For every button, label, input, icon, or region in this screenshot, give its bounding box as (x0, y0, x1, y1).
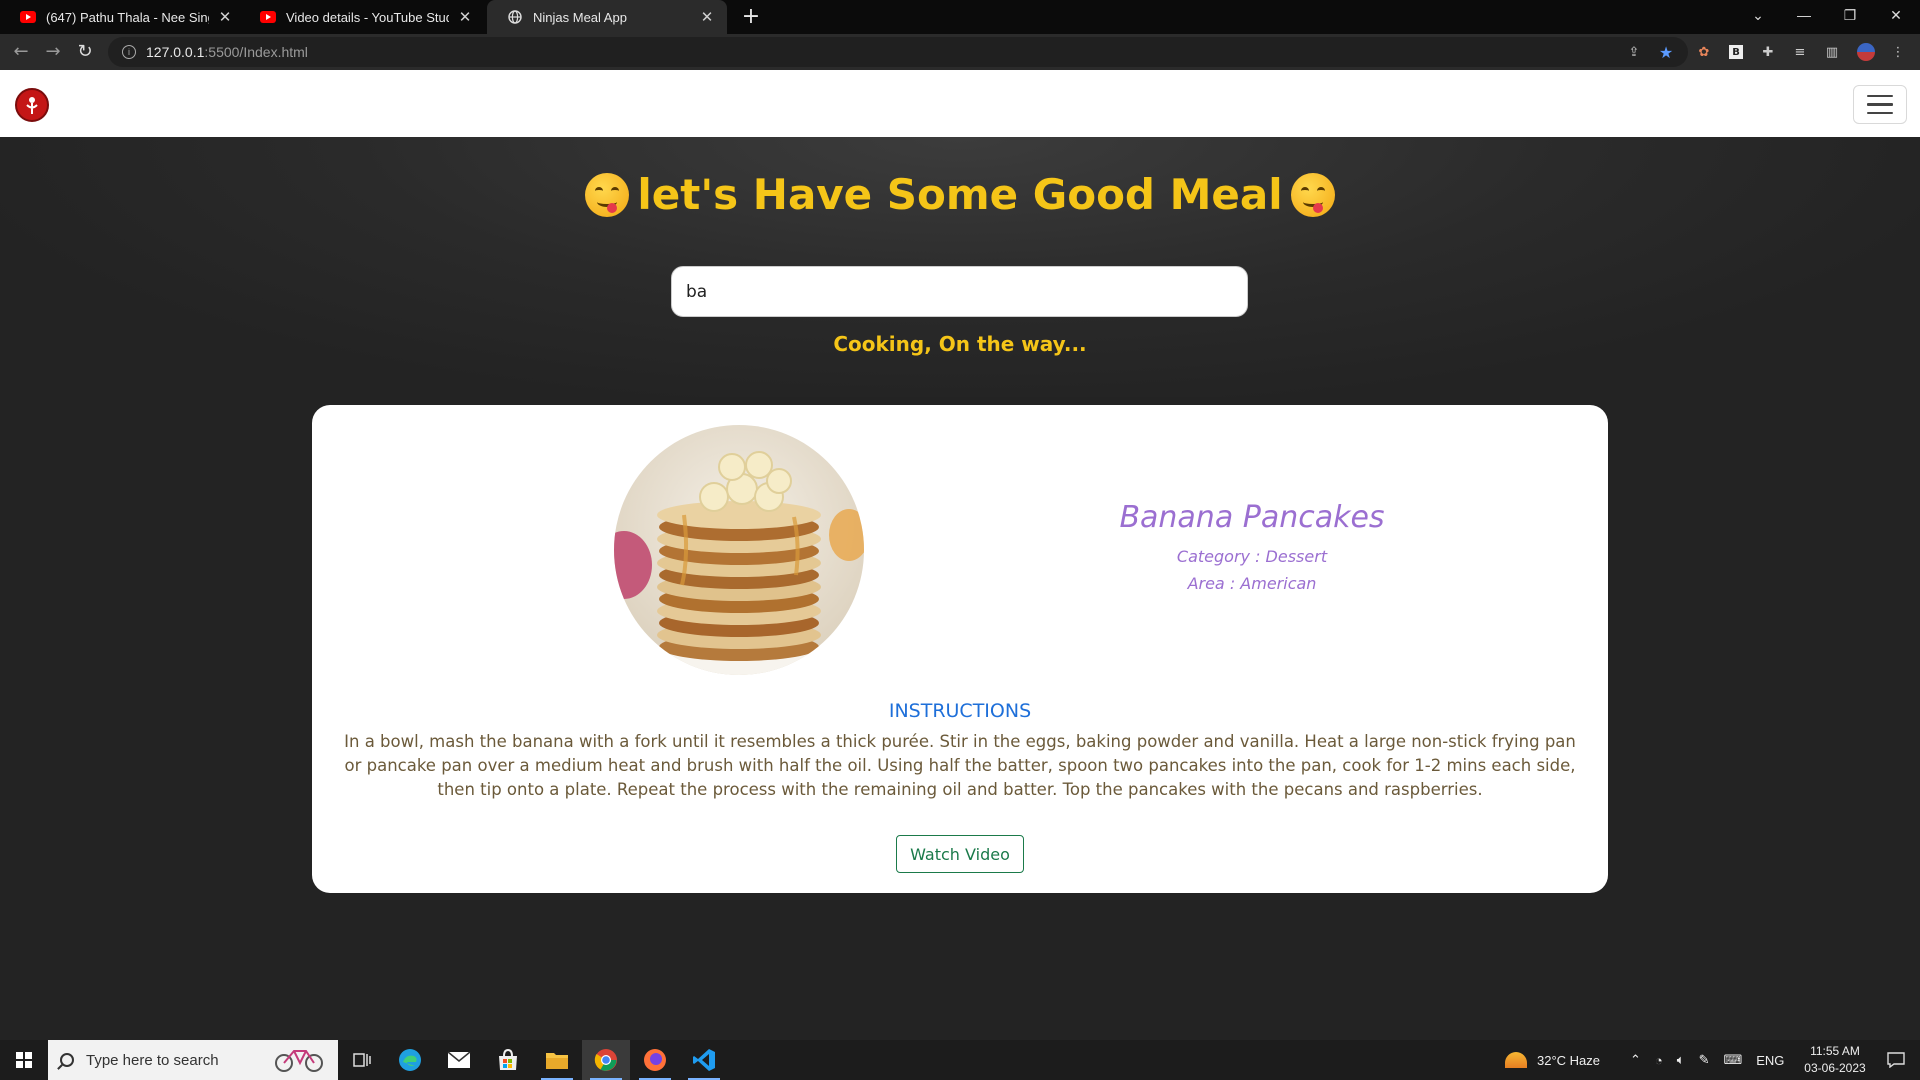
address-bar[interactable]: i 127.0.0.1:5500/Index.html (108, 37, 1688, 67)
instructions-text: In a bowl, mash the banana with a fork u… (344, 732, 1576, 799)
close-window-button[interactable]: ✕ (1873, 0, 1919, 30)
extensions-puzzle-icon[interactable]: ✚ (1758, 42, 1778, 62)
task-view-icon[interactable] (338, 1040, 386, 1080)
app-logo[interactable] (15, 88, 49, 122)
taskbar-search-placeholder: Type here to search (86, 1051, 219, 1069)
windows-start-icon[interactable] (0, 1040, 48, 1080)
yum-emoji-icon (1290, 172, 1335, 217)
side-panel-icon[interactable]: ▥ (1822, 42, 1842, 62)
url-path: :5500/Index.html (204, 44, 308, 60)
youtube-icon (260, 9, 276, 25)
hamburger-menu-button[interactable] (1853, 85, 1907, 124)
url-host: 127.0.0.1 (146, 44, 205, 60)
language-indicator[interactable]: ENG (1756, 1053, 1784, 1068)
watch-video-button[interactable]: Watch Video (896, 835, 1024, 873)
hamburger-line (1867, 94, 1893, 98)
minimize-button[interactable]: — (1781, 0, 1827, 30)
browser-toolbar: ← → ↻ i 127.0.0.1:5500/Index.html ⇪ ★ ✿ … (0, 34, 1920, 70)
weather-widget[interactable]: 32°C Haze (1505, 1040, 1600, 1080)
tab-title: (647) Pathu Thala - Nee Singam I (46, 9, 209, 25)
volume-icon[interactable]: 🔈︎ (1677, 1052, 1685, 1068)
page-content: let's Have Some Good Meal Cooking, On th… (0, 70, 1920, 1040)
weather-text: 32°C Haze (1537, 1052, 1601, 1068)
back-button[interactable]: ← (8, 39, 34, 65)
pen-icon[interactable]: ✎ (1699, 1052, 1710, 1068)
mail-icon[interactable] (435, 1040, 483, 1080)
firefox-icon[interactable] (631, 1040, 679, 1080)
new-tab-button[interactable]: + (737, 3, 765, 31)
clock-date: 03-06-2023 (1804, 1061, 1866, 1075)
bicycle-icon (272, 1043, 326, 1077)
menu-kebab-icon[interactable]: ⋮ (1888, 42, 1908, 62)
browser-tab-bar: (647) Pathu Thala - Nee Singam I ✕ Video… (0, 0, 1920, 34)
extension-b-icon[interactable]: B (1726, 42, 1746, 62)
notifications-icon[interactable] (1872, 1040, 1920, 1080)
clock-time: 11:55 AM (1810, 1044, 1860, 1058)
tab-youtube-music[interactable]: (647) Pathu Thala - Nee Singam I ✕ (0, 0, 245, 34)
restore-button[interactable]: ❐ (1827, 0, 1873, 30)
yum-emoji-icon (585, 172, 630, 217)
instructions-heading: INSTRUCTIONS (888, 700, 1032, 722)
profile-avatar[interactable] (1856, 42, 1876, 62)
chevron-up-icon[interactable]: ⌃ (1630, 1052, 1641, 1068)
meal-search-input[interactable] (671, 266, 1248, 317)
bookmark-star-icon[interactable]: ★ (1656, 42, 1676, 62)
edge-icon[interactable] (386, 1040, 434, 1080)
status-text: Cooking, On the way... (833, 332, 1087, 356)
close-icon[interactable]: ✕ (217, 8, 233, 26)
page-title: let's Have Some Good Meal (0, 170, 1920, 219)
youtube-icon (20, 9, 36, 25)
media-queue-icon[interactable]: ≡ (1790, 42, 1810, 62)
haze-sun-icon (1505, 1052, 1527, 1068)
app-navbar (0, 70, 1920, 137)
keyboard-icon[interactable]: ⌨ (1723, 1052, 1742, 1068)
extension-icon[interactable]: ✿ (1694, 42, 1714, 62)
store-icon[interactable] (484, 1040, 532, 1080)
windows-taskbar: Type here to search 32°C Haze ⌃ ◔ 🔈︎ ✎ ⌨… (0, 1040, 1920, 1080)
globe-icon (507, 9, 523, 25)
forward-button[interactable]: → (40, 39, 66, 65)
meal-category: Category : Dessert (1176, 547, 1328, 566)
hamburger-line (1867, 111, 1893, 115)
hamburger-line (1867, 103, 1893, 106)
meal-name: Banana Pancakes (1119, 500, 1385, 535)
vscode-icon[interactable] (680, 1040, 728, 1080)
close-icon[interactable]: ✕ (457, 8, 473, 26)
tab-search-icon[interactable]: ⌄ (1735, 0, 1781, 30)
meal-area: Area : American (1187, 574, 1317, 593)
info-icon[interactable]: i (122, 45, 136, 59)
wifi-icon[interactable]: ◔ (1655, 1053, 1663, 1068)
file-explorer-icon[interactable] (533, 1040, 581, 1080)
tab-youtube-studio[interactable]: Video details - YouTube Studio ✕ (240, 0, 485, 34)
close-icon[interactable]: ✕ (699, 8, 715, 26)
system-tray: ⌃ ◔ 🔈︎ ✎ ⌨ ENG (1630, 1040, 1784, 1080)
search-icon (60, 1053, 74, 1067)
tab-title: Video details - YouTube Studio (286, 9, 449, 25)
tab-title: Ninjas Meal App (533, 9, 627, 25)
chrome-icon[interactable] (582, 1040, 630, 1080)
meal-info: Banana Pancakes Category : Dessert Area … (1012, 500, 1492, 597)
tab-ninjas-meal-app[interactable]: Ninjas Meal App ✕ (487, 0, 727, 34)
clock[interactable]: 11:55 AM 03-06-2023 (1800, 1043, 1870, 1077)
share-icon[interactable]: ⇪ (1624, 42, 1644, 62)
reload-button[interactable]: ↻ (72, 39, 98, 65)
meal-card: Banana Pancakes Category : Dessert Area … (312, 405, 1608, 893)
page-title-text: let's Have Some Good Meal (637, 170, 1283, 219)
meal-image (614, 425, 864, 675)
taskbar-search-input[interactable]: Type here to search (48, 1040, 338, 1080)
